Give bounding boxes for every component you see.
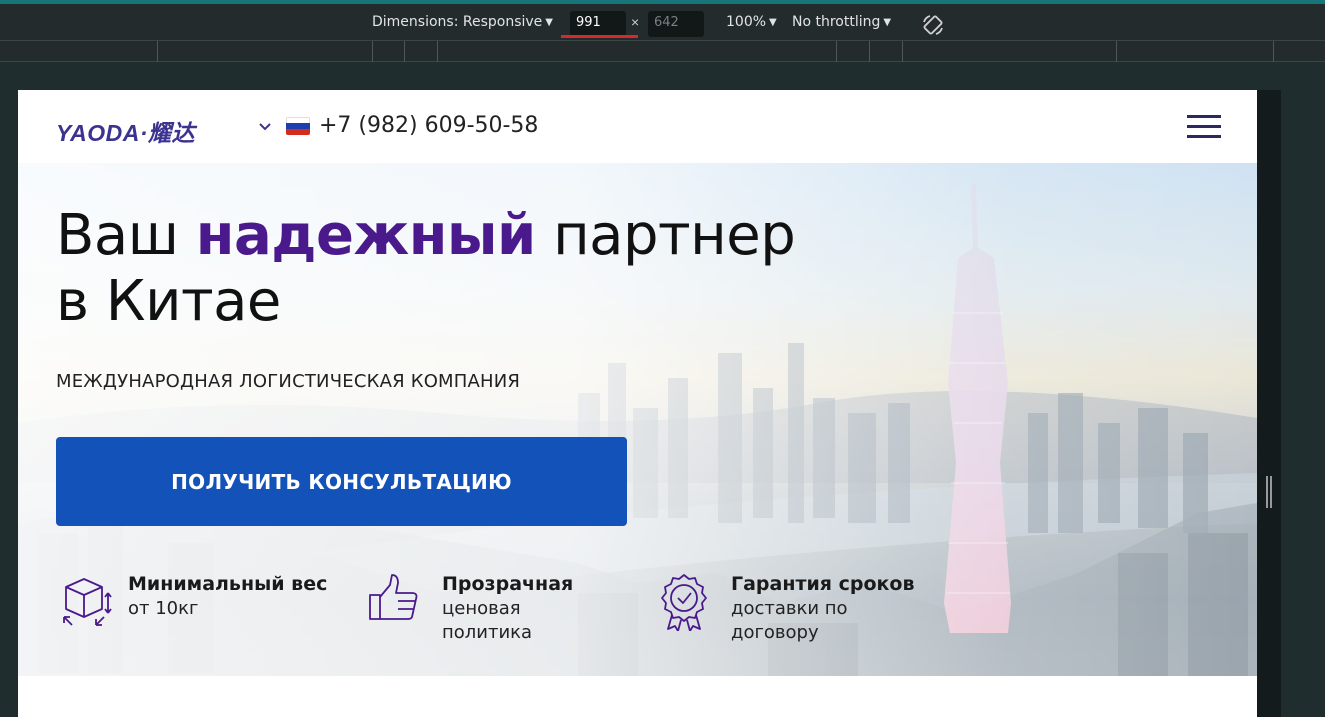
dimensions-dropdown[interactable]: Dimensions: Responsive ▼ <box>372 14 553 30</box>
feature-text: от 10кг <box>128 598 199 619</box>
resize-handle[interactable] <box>1266 476 1272 508</box>
feature-title: Минимальный вес <box>128 573 328 595</box>
viewport-resize-gutter <box>1257 90 1281 717</box>
menu-hamburger-icon[interactable] <box>1187 115 1221 139</box>
throttling-label: No throttling <box>792 14 881 30</box>
hero-section: Ваш надежный партнер в Китае МЕЖДУНАРОДН… <box>18 163 1257 676</box>
thumbs-up-icon <box>369 574 418 620</box>
zoom-label: 100% <box>726 14 767 30</box>
hero-title-part1: Ваш <box>56 203 196 268</box>
hero-title-accent: надежный <box>195 203 536 268</box>
rotate-icon[interactable] <box>921 13 945 37</box>
feature-title: Прозрачная <box>442 573 574 595</box>
dimension-separator: × <box>631 14 640 30</box>
hero-subtitle: МЕЖДУНАРОДНАЯ ЛОГИСТИЧЕСКАЯ КОМПАНИЯ <box>56 371 521 392</box>
emulated-page: YAODA·耀达 +7 (982) 609-50-58 Ваш надежный… <box>18 90 1257 717</box>
feature-text: доставки по договору <box>731 598 848 643</box>
site-header: YAODA·耀达 +7 (982) 609-50-58 <box>18 90 1257 163</box>
height-input[interactable]: 642 <box>648 11 704 37</box>
throttling-dropdown[interactable]: No throttling ▼ <box>792 14 891 30</box>
width-input-highlight <box>561 35 638 38</box>
badge-check-icon <box>661 574 707 631</box>
russia-flag-icon[interactable] <box>286 117 310 135</box>
dropdown-arrow-icon: ▼ <box>545 17 553 28</box>
media-query-ruler <box>0 40 1325 63</box>
phone-number[interactable]: +7 (982) 609-50-58 <box>319 113 538 138</box>
feature-text: ценовая политика <box>442 598 533 643</box>
site-logo[interactable]: YAODA·耀达 <box>56 114 195 148</box>
dropdown-arrow-icon: ▼ <box>883 17 892 28</box>
dimensions-label: Dimensions: Responsive <box>372 14 543 30</box>
hero-title: Ваш надежный партнер в Китае <box>56 203 816 335</box>
zoom-dropdown[interactable]: 100% ▼ <box>726 14 777 30</box>
width-input[interactable]: 991 <box>570 11 626 37</box>
devtools-device-toolbar: Dimensions: Responsive ▼ 991 × 642 100% ▼ … <box>0 0 1325 40</box>
box-icon <box>63 578 112 626</box>
get-consultation-button[interactable]: ПОЛУЧИТЬ КОНСУЛЬТАЦИЮ <box>56 437 627 526</box>
chevron-down-icon[interactable] <box>258 120 272 134</box>
dropdown-arrow-icon: ▼ <box>769 17 777 28</box>
feature-title: Гарантия сроков <box>731 573 915 595</box>
